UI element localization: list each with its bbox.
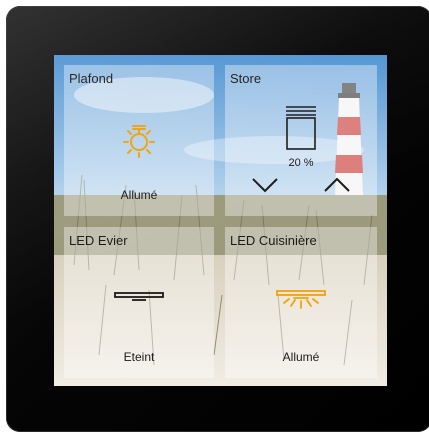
tile-title: Plafond (69, 71, 114, 86)
status-label: Allumé (120, 188, 158, 202)
tile-led-evier[interactable]: LED Evier Eteint (64, 227, 214, 378)
touch-screen: Plafond Allumé Store 20 % LED Evier Etei… (54, 55, 387, 386)
status-label: Eteint (123, 350, 155, 364)
chevron-up-icon (324, 177, 350, 192)
blind-down-button[interactable] (251, 176, 279, 194)
light-bar-on-icon (276, 290, 326, 309)
blind-up-button[interactable] (323, 176, 351, 194)
tile-title: LED Cuisinière (230, 233, 317, 248)
sun-icon (123, 125, 155, 158)
tile-title: LED Evier (69, 233, 128, 248)
tile-plafond[interactable]: Plafond Allumé (64, 65, 214, 216)
tile-led-cuisiniere[interactable]: LED Cuisinière Allumé (225, 227, 377, 378)
chevron-down-icon (252, 178, 278, 193)
blind-position-value: 20 % (288, 157, 314, 169)
window-blind-icon (286, 106, 316, 150)
status-label: Allumé (282, 350, 320, 364)
tile-title: Store (230, 71, 262, 86)
tile-store[interactable]: Store 20 % (225, 65, 377, 216)
light-bar-off-icon (114, 292, 164, 301)
